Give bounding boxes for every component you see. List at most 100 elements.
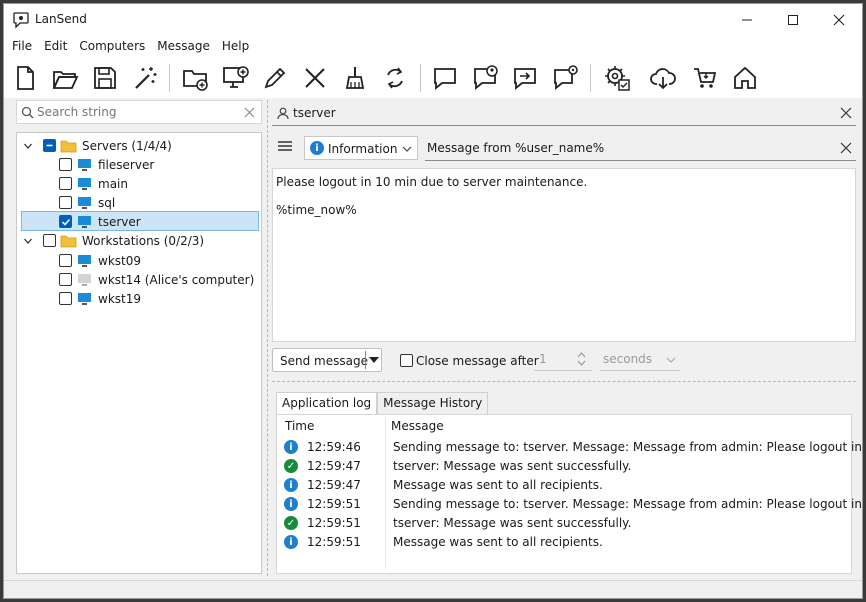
folder-icon bbox=[60, 235, 77, 247]
tree-item-sql[interactable]: sql bbox=[59, 193, 115, 212]
minimize-button[interactable] bbox=[724, 4, 770, 36]
computer-label: tserver bbox=[98, 214, 141, 229]
tree-group-servers[interactable]: Servers (1/4/4) bbox=[21, 136, 172, 155]
log-row[interactable]: i 12:59:51 Sending message to: tserver. … bbox=[277, 495, 862, 514]
send-message-button[interactable]: Send message bbox=[272, 348, 382, 372]
main-checkbox[interactable] bbox=[59, 177, 72, 190]
clear-subject-icon[interactable] bbox=[840, 142, 852, 154]
checkmark-icon bbox=[61, 218, 70, 226]
tree-group-workstations[interactable]: Workstations (0/2/3) bbox=[21, 231, 204, 250]
tree-item-tserver[interactable]: tserver bbox=[59, 212, 141, 231]
app-logo-icon bbox=[13, 12, 29, 29]
menu-bar: File Edit Computers Message Help bbox=[4, 36, 862, 58]
log-row[interactable]: i 12:59:47 Message was sent to all recip… bbox=[277, 476, 851, 495]
column-header-message[interactable]: Message bbox=[391, 419, 444, 433]
message-type-select[interactable]: i Information bbox=[304, 136, 418, 160]
computer-label: wkst09 bbox=[98, 253, 141, 268]
wizard-button[interactable] bbox=[128, 61, 162, 95]
message-settings-button[interactable] bbox=[548, 61, 582, 95]
chevron-down-icon[interactable] bbox=[21, 139, 35, 153]
message-type-value: Information bbox=[328, 142, 398, 156]
menu-help[interactable]: Help bbox=[216, 36, 255, 58]
close-after-checkbox[interactable] bbox=[400, 354, 413, 367]
wkst09-checkbox[interactable] bbox=[59, 254, 72, 267]
save-icon bbox=[94, 67, 116, 89]
edit-button[interactable] bbox=[258, 61, 292, 95]
menu-computers[interactable]: Computers bbox=[73, 36, 151, 58]
hamburger-menu-icon[interactable] bbox=[278, 140, 292, 152]
horizontal-splitter[interactable] bbox=[272, 381, 856, 382]
options-button[interactable] bbox=[600, 61, 634, 95]
broom-icon bbox=[345, 67, 365, 89]
close-after-label: Close message after bbox=[416, 354, 539, 368]
log-row[interactable]: i 12:59:46 Sending message to: tserver. … bbox=[277, 438, 862, 457]
tree-item-wkst19[interactable]: wkst19 bbox=[59, 289, 141, 308]
log-message: tserver: Message was sent successfully. bbox=[393, 459, 632, 473]
user-icon bbox=[277, 107, 289, 120]
log-message: Sending message to: tserver. Message: Me… bbox=[393, 440, 863, 454]
subject-value: Message from %user_name% bbox=[427, 141, 605, 155]
save-button[interactable] bbox=[88, 61, 122, 95]
tree-item-wkst14[interactable]: wkst14 (Alice's computer) bbox=[59, 270, 254, 289]
delete-button[interactable] bbox=[298, 61, 332, 95]
clear-recipients-icon[interactable] bbox=[840, 107, 852, 119]
log-row[interactable]: i 12:59:51 Message was sent to all recip… bbox=[277, 533, 851, 552]
menu-message[interactable]: Message bbox=[151, 36, 216, 58]
chevron-down-icon[interactable] bbox=[21, 234, 35, 248]
close-after-value: 1 bbox=[539, 352, 547, 366]
tab-application-log[interactable]: Application log bbox=[276, 392, 378, 415]
add-computer-button[interactable] bbox=[218, 61, 252, 95]
subject-field[interactable]: Message from %user_name% bbox=[425, 135, 856, 161]
new-message-button[interactable] bbox=[428, 61, 462, 95]
message-body-textarea[interactable]: Please logout in 10 min due to server ma… bbox=[272, 168, 856, 342]
sql-checkbox[interactable] bbox=[59, 196, 72, 209]
tree-item-fileserver[interactable]: fileserver bbox=[59, 155, 154, 174]
refresh-icon bbox=[387, 67, 403, 89]
homepage-button[interactable] bbox=[728, 61, 762, 95]
tree-item-main[interactable]: main bbox=[59, 174, 128, 193]
refresh-button[interactable] bbox=[378, 61, 412, 95]
add-group-button[interactable] bbox=[178, 61, 212, 95]
dropdown-arrow-icon[interactable] bbox=[369, 357, 379, 364]
workstations-checkbox[interactable] bbox=[43, 234, 56, 247]
clear-button[interactable] bbox=[338, 61, 372, 95]
monitor-icon bbox=[78, 158, 91, 171]
tserver-checkbox[interactable] bbox=[59, 215, 72, 228]
tab-message-history[interactable]: Message History bbox=[377, 392, 489, 414]
tree-item-wkst09[interactable]: wkst09 bbox=[59, 251, 141, 270]
log-row[interactable]: ✓ 12:59:51 tserver: Message was sent suc… bbox=[277, 514, 851, 533]
servers-checkbox[interactable] bbox=[43, 139, 56, 152]
title-bar: LanSend bbox=[4, 4, 862, 36]
time-unit-select[interactable]: seconds bbox=[600, 349, 680, 371]
monitor-icon bbox=[78, 196, 91, 209]
close-after-spinner[interactable]: 1 bbox=[534, 349, 592, 371]
forward-message-button[interactable] bbox=[508, 61, 542, 95]
log-row[interactable]: ✓ 12:59:47 tserver: Message was sent suc… bbox=[277, 457, 851, 476]
log-time: 12:59:51 bbox=[307, 516, 361, 530]
message-user-button[interactable] bbox=[468, 61, 502, 95]
message-line: %time_now% bbox=[276, 203, 357, 217]
wkst19-checkbox[interactable] bbox=[59, 292, 72, 305]
menu-file[interactable]: File bbox=[6, 36, 38, 58]
toolbar bbox=[4, 58, 862, 98]
maximize-button[interactable] bbox=[770, 4, 816, 36]
close-window-button[interactable] bbox=[816, 4, 862, 36]
column-header-time[interactable]: Time bbox=[285, 419, 314, 433]
panel-splitter[interactable] bbox=[267, 100, 268, 576]
toolbar-separator bbox=[420, 64, 421, 92]
menu-edit[interactable]: Edit bbox=[38, 36, 73, 58]
computer-label: sql bbox=[98, 195, 116, 210]
buy-button[interactable] bbox=[688, 61, 722, 95]
app-window: LanSend File Edit Computers Message Help bbox=[3, 3, 863, 599]
monitor-offline-icon bbox=[78, 273, 91, 286]
update-button[interactable] bbox=[646, 61, 680, 95]
fileserver-checkbox[interactable] bbox=[59, 158, 72, 171]
open-button[interactable] bbox=[48, 61, 82, 95]
monitor-icon bbox=[78, 215, 91, 228]
new-button[interactable] bbox=[8, 61, 42, 95]
wkst14-checkbox[interactable] bbox=[59, 273, 72, 286]
recipients-field[interactable]: tserver bbox=[272, 100, 856, 126]
clear-search-icon[interactable] bbox=[244, 107, 255, 118]
search-input[interactable] bbox=[37, 103, 237, 121]
search-box bbox=[16, 100, 262, 124]
